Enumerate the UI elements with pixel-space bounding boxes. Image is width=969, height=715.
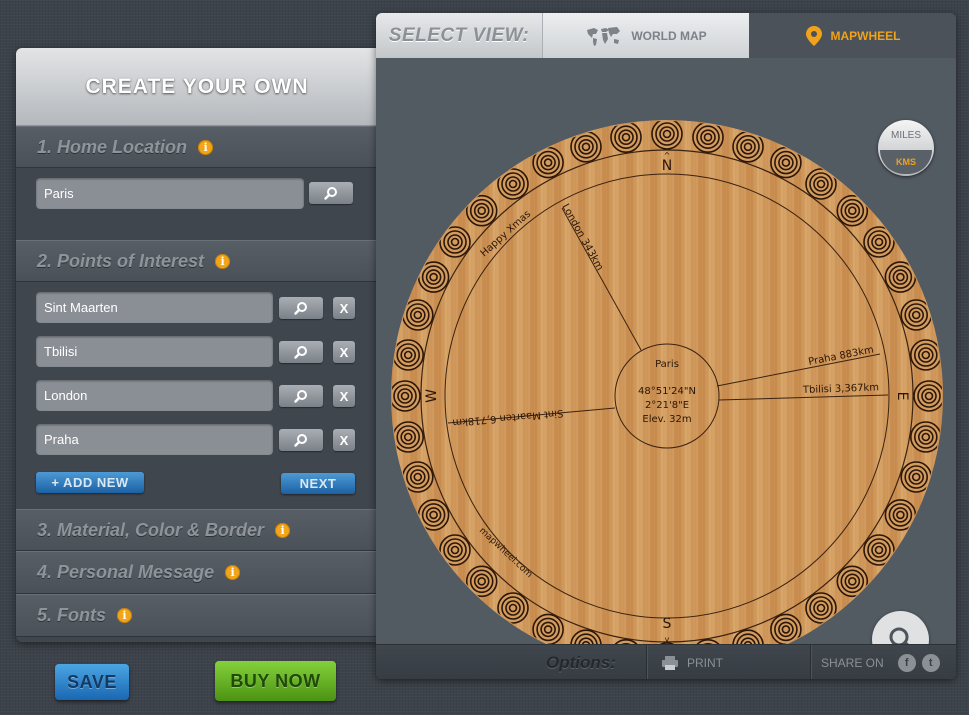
- create-panel: CREATE YOUR OWN 1. Home Location i Paris…: [16, 48, 378, 642]
- miles-option[interactable]: MILES: [878, 120, 934, 150]
- compass-north: N: [662, 158, 672, 174]
- home-location-body: Paris: [16, 168, 378, 240]
- compass-north-caret: ^: [664, 151, 671, 160]
- poi-remove-button[interactable]: X: [333, 341, 355, 363]
- buy-now-button[interactable]: BUY NOW: [215, 661, 336, 701]
- save-button[interactable]: SAVE: [55, 664, 129, 700]
- printer-icon: [662, 655, 678, 670]
- section-home-location-label: 1. Home Location: [37, 136, 188, 157]
- compass-east: E: [894, 392, 910, 401]
- home-location-input[interactable]: Paris: [36, 178, 304, 209]
- print-button[interactable]: PRINT: [661, 645, 723, 679]
- share-on-label: SHARE ON: [821, 655, 884, 670]
- preview-panel: SELECT VIEW: WORLD MAP MAPWHEEL Paris 48…: [376, 13, 956, 679]
- poi-search-button[interactable]: [279, 297, 323, 319]
- search-icon: [294, 390, 307, 403]
- select-view-label: SELECT VIEW:: [376, 13, 542, 58]
- search-icon: [324, 187, 337, 200]
- poi-input-4[interactable]: Praha: [36, 424, 273, 455]
- section-message-label: 4. Personal Message: [37, 562, 215, 582]
- create-title: CREATE YOUR OWN: [85, 74, 309, 98]
- poi-input-2[interactable]: Tbilisi: [36, 336, 273, 367]
- info-icon[interactable]: i: [225, 565, 241, 580]
- points-of-interest-body: Sint Maarten X Tbilisi X London X Praha …: [16, 282, 378, 509]
- print-label: PRINT: [687, 655, 723, 670]
- mapwheel: Paris 48°51'24"N 2°21'8"E Elev. 32m N ^ …: [391, 120, 943, 672]
- info-icon[interactable]: i: [117, 608, 133, 623]
- info-icon[interactable]: i: [198, 139, 214, 155]
- poi-remove-button[interactable]: X: [333, 385, 355, 407]
- twitter-icon[interactable]: t: [921, 653, 940, 672]
- next-button[interactable]: NEXT: [281, 473, 355, 494]
- share-group: SHARE ON f t: [821, 645, 940, 679]
- section-fonts-label: 5. Fonts: [37, 605, 107, 625]
- center-elevation: Elev. 32m: [642, 414, 691, 425]
- create-header: CREATE YOUR OWN: [16, 48, 378, 126]
- home-search-button[interactable]: [309, 182, 353, 204]
- poi-input-3[interactable]: London: [36, 380, 273, 411]
- poi-search-button[interactable]: [279, 341, 323, 363]
- poi-input-1[interactable]: Sint Maarten: [36, 292, 273, 323]
- unit-toggle[interactable]: MILES KMS: [878, 120, 934, 176]
- search-icon: [294, 302, 307, 315]
- divider: [646, 645, 647, 679]
- section-material[interactable]: 3. Material, Color & Border i: [16, 509, 378, 551]
- poi-remove-button[interactable]: X: [333, 297, 355, 319]
- tab-world-map[interactable]: WORLD MAP: [542, 13, 749, 58]
- poi-search-button[interactable]: [279, 429, 323, 451]
- search-icon: [294, 346, 307, 359]
- section-home-location[interactable]: 1. Home Location i: [16, 126, 378, 168]
- tab-world-map-label: WORLD MAP: [631, 28, 707, 43]
- globe-map-icon: [587, 26, 621, 46]
- center-city: Paris: [655, 359, 679, 370]
- section-personal-message[interactable]: 4. Personal Message i: [16, 551, 378, 594]
- info-icon[interactable]: i: [215, 253, 231, 269]
- compass-west: W: [424, 389, 440, 403]
- map-pin-icon: [805, 25, 822, 46]
- compass-south: S: [663, 616, 672, 632]
- section-fonts[interactable]: 5. Fonts i: [16, 594, 378, 637]
- add-new-button[interactable]: + ADD NEW: [36, 472, 144, 493]
- options-label: Options:: [546, 652, 616, 672]
- wheel-canvas: Paris 48°51'24"N 2°21'8"E Elev. 32m N ^ …: [376, 58, 956, 672]
- tab-mapwheel-label: MAPWHEEL: [830, 28, 901, 43]
- section-material-label: 3. Material, Color & Border: [37, 519, 265, 540]
- center-latitude: 48°51'24"N: [638, 386, 696, 397]
- facebook-icon[interactable]: f: [897, 653, 916, 672]
- compass-south-caret: v: [665, 635, 670, 644]
- center-longitude: 2°21'8"E: [645, 400, 689, 411]
- view-selector: SELECT VIEW: WORLD MAP MAPWHEEL: [376, 13, 956, 58]
- poi-remove-button[interactable]: X: [333, 429, 355, 451]
- options-bar: Options: PRINT SHARE ON f t: [376, 644, 956, 679]
- divider: [810, 645, 811, 679]
- info-icon[interactable]: i: [275, 522, 291, 538]
- search-icon: [294, 434, 307, 447]
- section-points-of-interest[interactable]: 2. Points of Interest i: [16, 240, 378, 282]
- tab-mapwheel[interactable]: MAPWHEEL: [749, 13, 956, 58]
- section-poi-label: 2. Points of Interest: [37, 250, 205, 271]
- poi-search-button[interactable]: [279, 385, 323, 407]
